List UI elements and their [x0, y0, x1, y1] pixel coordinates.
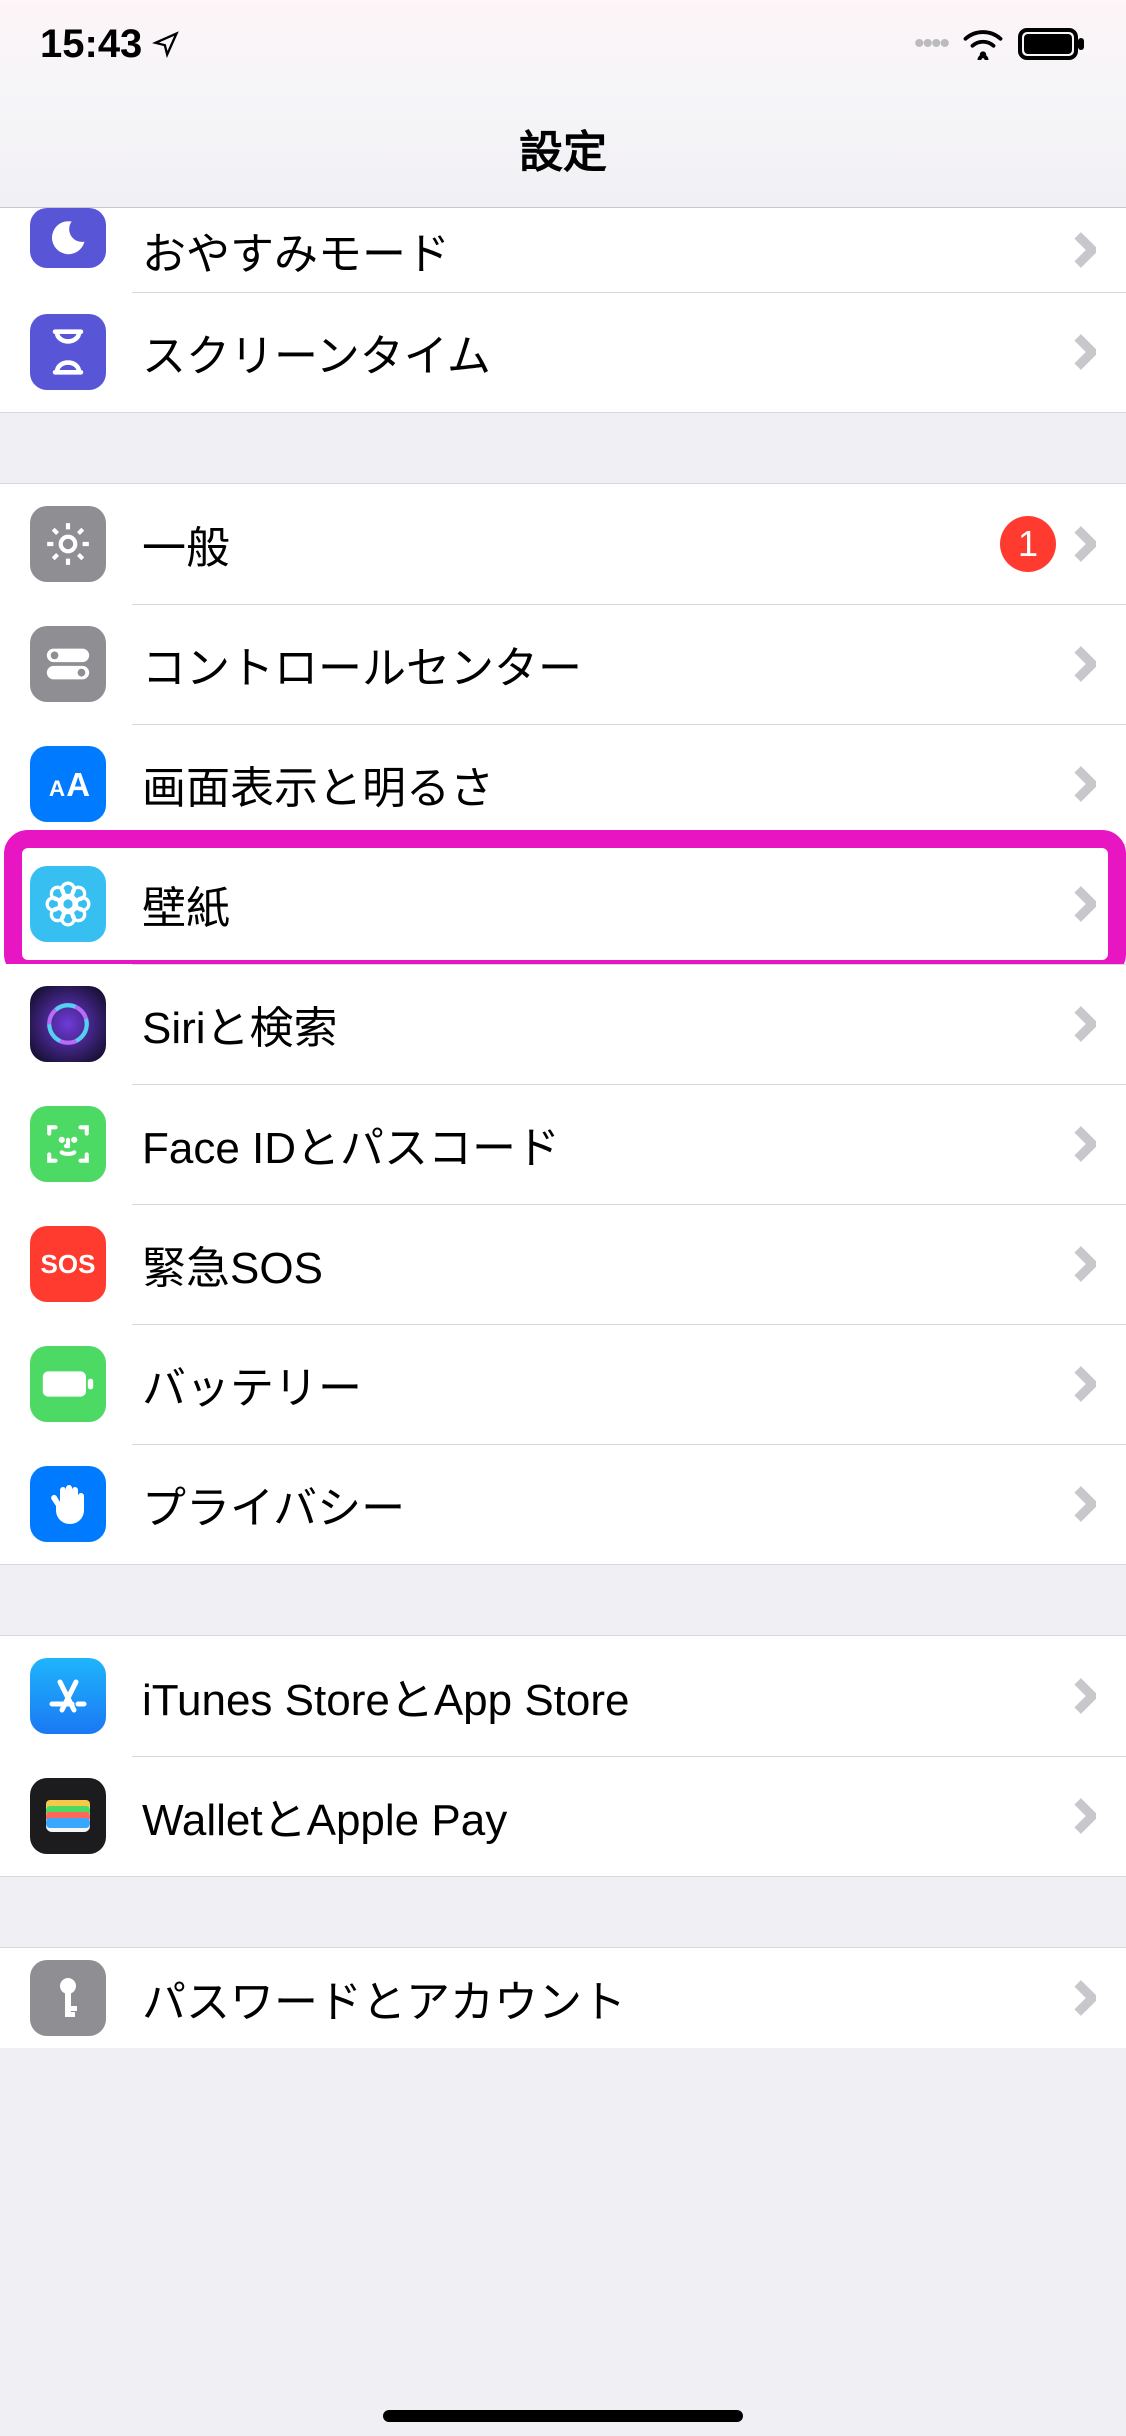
- chevron-right-icon: [1074, 525, 1096, 563]
- row-label: 一般: [142, 512, 1000, 576]
- nav-title-bar: 設定: [0, 88, 1126, 208]
- sos-icon-text: SOS: [41, 1249, 96, 1280]
- row-battery[interactable]: バッテリー: [0, 1324, 1126, 1444]
- faceid-icon: [30, 1106, 106, 1182]
- status-right: ••••: [914, 27, 1086, 61]
- section-gap: [0, 1564, 1126, 1636]
- chevron-right-icon: [1074, 231, 1096, 269]
- hourglass-icon: [30, 314, 106, 390]
- row-label: プライバシー: [142, 1472, 1074, 1536]
- row-label: WalletとApple Pay: [142, 1784, 1074, 1848]
- siri-icon: [30, 986, 106, 1062]
- chevron-right-icon: [1074, 1245, 1096, 1283]
- appstore-icon: [30, 1658, 106, 1734]
- battery-setting-icon: [30, 1346, 106, 1422]
- row-do-not-disturb[interactable]: おやすみモード: [0, 208, 1126, 292]
- row-wallet-applepay[interactable]: WalletとApple Pay: [0, 1756, 1126, 1876]
- svg-text:A: A: [49, 776, 65, 801]
- row-siri-search[interactable]: Siriと検索: [0, 964, 1126, 1084]
- row-label: iTunes StoreとApp Store: [142, 1664, 1074, 1728]
- status-left: 15:43: [40, 22, 180, 67]
- chevron-right-icon: [1074, 1677, 1096, 1715]
- moon-icon: [30, 208, 106, 268]
- chevron-right-icon: [1074, 1797, 1096, 1835]
- row-privacy[interactable]: プライバシー: [0, 1444, 1126, 1564]
- svg-text:A: A: [66, 766, 90, 803]
- sos-icon: SOS: [30, 1226, 106, 1302]
- row-control-center[interactable]: コントロールセンター: [0, 604, 1126, 724]
- row-passwords-accounts[interactable]: パスワードとアカウント: [0, 1948, 1126, 2048]
- chevron-right-icon: [1074, 1485, 1096, 1523]
- row-wallpaper[interactable]: 壁紙: [0, 844, 1126, 964]
- row-screen-time[interactable]: スクリーンタイム: [0, 292, 1126, 412]
- battery-icon: [1018, 28, 1086, 60]
- toggles-icon: [30, 626, 106, 702]
- settings-list[interactable]: おやすみモード スクリーンタイム 一般 1 コントロールセンター AA 画面表示…: [0, 208, 1126, 2048]
- section-gap: [0, 1876, 1126, 1948]
- key-icon: [30, 1960, 106, 2036]
- status-bar: 15:43 ••••: [0, 0, 1126, 88]
- row-label: Face IDとパスコード: [142, 1112, 1074, 1176]
- row-label: Siriと検索: [142, 992, 1074, 1056]
- chevron-right-icon: [1074, 645, 1096, 683]
- row-label: パスワードとアカウント: [142, 1966, 1074, 2030]
- row-label: 画面表示と明るさ: [142, 752, 1074, 816]
- gear-icon: [30, 506, 106, 582]
- row-general[interactable]: 一般 1: [0, 484, 1126, 604]
- row-itunes-appstore[interactable]: iTunes StoreとApp Store: [0, 1636, 1126, 1756]
- row-label: おやすみモード: [142, 218, 1074, 282]
- wifi-icon: [962, 28, 1004, 60]
- chevron-right-icon: [1074, 885, 1096, 923]
- hand-icon: [30, 1466, 106, 1542]
- chevron-right-icon: [1074, 1365, 1096, 1403]
- flower-icon: [30, 866, 106, 942]
- chevron-right-icon: [1074, 1979, 1096, 2017]
- chevron-right-icon: [1074, 1125, 1096, 1163]
- row-display-brightness[interactable]: AA 画面表示と明るさ: [0, 724, 1126, 844]
- row-label: 緊急SOS: [142, 1232, 1074, 1296]
- row-label: バッテリー: [142, 1352, 1074, 1416]
- row-label: コントロールセンター: [142, 632, 1074, 696]
- chevron-right-icon: [1074, 1005, 1096, 1043]
- wallet-icon: [30, 1778, 106, 1854]
- location-icon: [152, 30, 180, 58]
- section-gap: [0, 412, 1126, 484]
- row-faceid-passcode[interactable]: Face IDとパスコード: [0, 1084, 1126, 1204]
- text-size-icon: AA: [30, 746, 106, 822]
- row-emergency-sos[interactable]: SOS 緊急SOS: [0, 1204, 1126, 1324]
- row-label: スクリーンタイム: [142, 320, 1074, 384]
- home-indicator[interactable]: [383, 2410, 743, 2422]
- page-title: 設定: [519, 116, 607, 180]
- chevron-right-icon: [1074, 333, 1096, 371]
- chevron-right-icon: [1074, 765, 1096, 803]
- row-label: 壁紙: [142, 872, 1074, 936]
- signal-dots-icon: ••••: [914, 27, 948, 61]
- notification-badge: 1: [1000, 516, 1056, 572]
- status-time: 15:43: [40, 22, 142, 67]
